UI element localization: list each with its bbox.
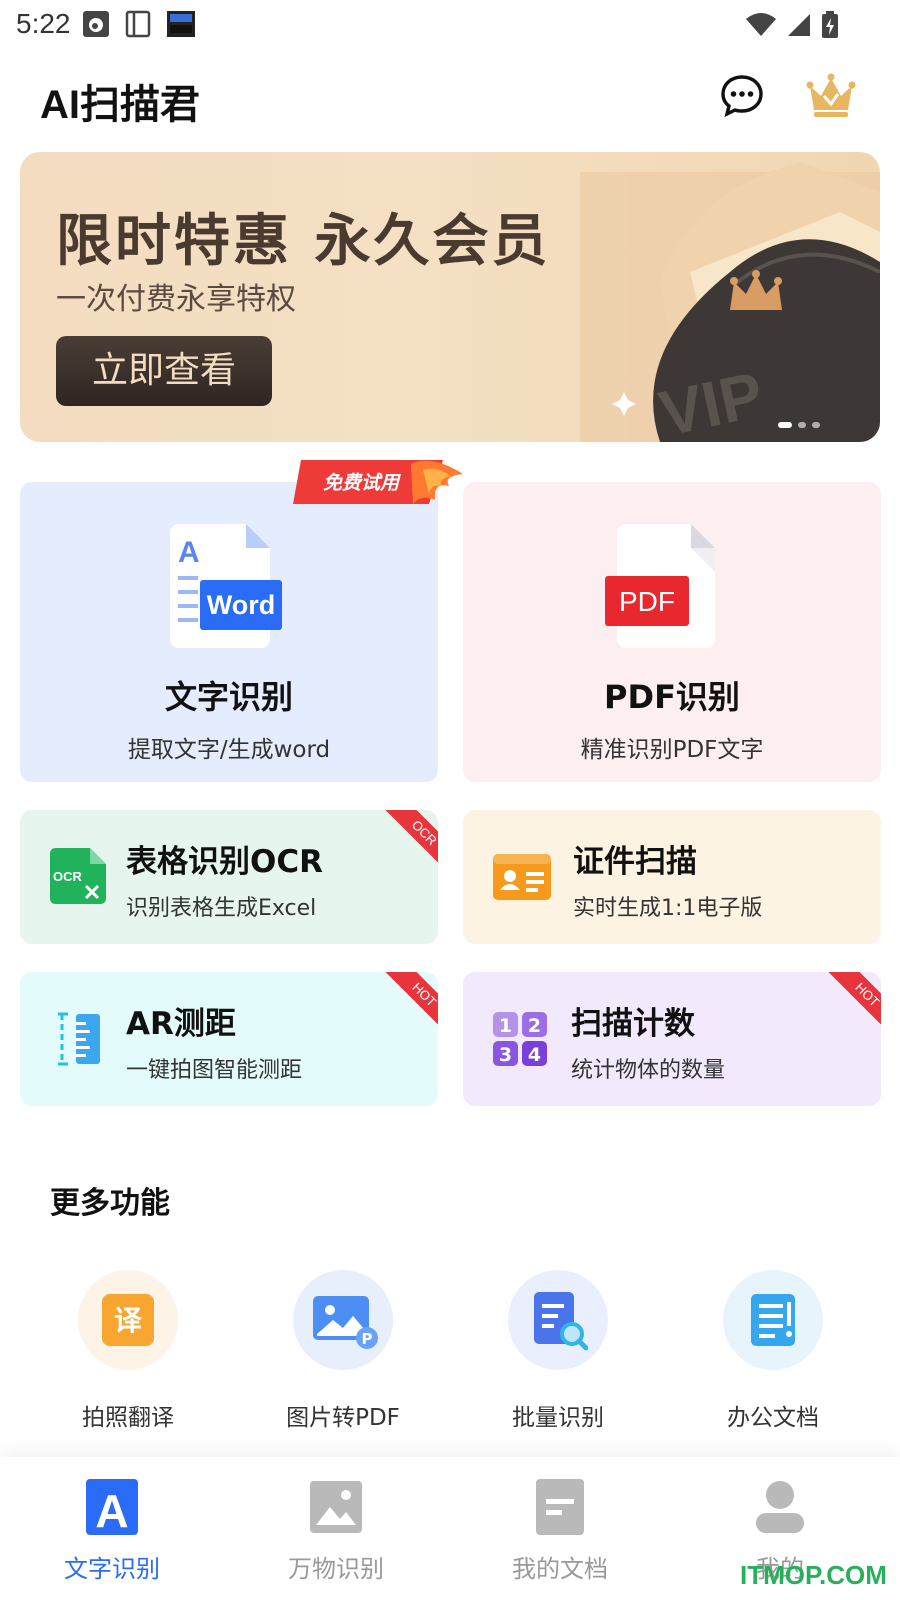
weibo-notification-icon [83, 11, 109, 37]
hot-corner-text: HOT [825, 972, 881, 1028]
office-docs-item[interactable]: 办公文档 [703, 1270, 843, 1432]
banner-dot-1[interactable] [778, 422, 792, 428]
ar-measure-subtitle: 一键拍图智能测距 [126, 1058, 303, 1083]
pdf-recognition-subtitle: 精准识别PDF文字 [580, 737, 764, 763]
nav-my-documents[interactable]: 我的文档 [480, 1479, 640, 1584]
count-digit-1: 1 [499, 1015, 512, 1037]
free-trial-tag: 免费试用 [293, 460, 463, 504]
count-digit-2: 2 [528, 1015, 541, 1037]
batch-recognition-label: 批量识别 [512, 1405, 604, 1431]
word-icon-text: Word [207, 590, 276, 620]
batch-scan-icon [534, 1292, 588, 1351]
ocr-corner-text: OCR [382, 810, 438, 866]
image-pdf-icon: P [313, 1296, 378, 1349]
ruler-icon [58, 1012, 100, 1066]
ocr-corner-badge: OCR [382, 810, 438, 866]
banner-view-button[interactable]: 立即查看 [56, 336, 272, 406]
wifi-icon [746, 13, 776, 36]
image-tab-icon [310, 1481, 362, 1533]
book-notification-icon [125, 10, 151, 38]
image-to-pdf-label: 图片转PDF [286, 1405, 400, 1431]
nav-text-recognition[interactable]: A 文字识别 [32, 1479, 192, 1584]
photo-translate-icon-bg: 译 [78, 1270, 178, 1370]
office-document-icon [751, 1294, 795, 1346]
banner-dot-3[interactable] [812, 422, 820, 428]
nav-my-documents-label: 我的文档 [512, 1555, 608, 1583]
id-scan-subtitle: 实时生成1:1电子版 [573, 896, 763, 921]
scan-count-subtitle: 统计物体的数量 [571, 1058, 726, 1083]
office-docs-icon-bg [723, 1270, 823, 1370]
pdf-icon-text: PDF [619, 586, 675, 617]
banner-pagination[interactable] [778, 422, 820, 428]
excel-ocr-icon: OCR [50, 848, 106, 904]
word-icon-letter: A [178, 536, 200, 569]
status-time: 5:22 [16, 8, 71, 39]
banner-title: 限时特惠 永久会员 [56, 209, 551, 274]
pdf-recognition-card[interactable]: PDF PDF识别 精准识别PDF文字 [463, 482, 881, 782]
signal-icon [788, 14, 810, 36]
banner-subtitle: 一次付费永享特权 [56, 282, 296, 317]
id-card-icon [493, 854, 551, 900]
office-docs-label: 办公文档 [727, 1405, 819, 1431]
text-recognition-tab-icon: A [86, 1479, 138, 1537]
text-recognition-subtitle: 提取文字/生成word [127, 737, 331, 763]
count-digit-3: 3 [499, 1044, 512, 1066]
translate-icon-text: 译 [114, 1304, 143, 1337]
id-scan-card[interactable]: 证件扫描 实时生成1:1电子版 [463, 810, 881, 944]
pdf-document-icon: PDF [605, 524, 715, 648]
image-to-pdf-item[interactable]: P 图片转PDF [273, 1270, 413, 1432]
ar-measure-card[interactable]: AR测距 一键拍图智能测距 HOT [20, 972, 438, 1106]
batch-recognition-icon-bg [508, 1270, 608, 1370]
text-recognition-card[interactable]: A Word 文字识别 提取文字/生成word [20, 482, 438, 782]
profile-tab-icon [756, 1481, 804, 1533]
hot-corner-badge: HOT [382, 972, 438, 1028]
table-ocr-card[interactable]: OCR 表格识别OCR 识别表格生成Excel OCR [20, 810, 438, 944]
hot-corner-text: HOT [382, 972, 438, 1028]
batch-recognition-item[interactable]: 批量识别 [488, 1270, 628, 1432]
free-trial-text: 免费试用 [323, 472, 401, 494]
nav-text-recognition-label: 文字识别 [64, 1555, 160, 1583]
text-recognition-tab-letter: A [95, 1485, 128, 1535]
hot-corner-badge: HOT [825, 972, 881, 1028]
translate-icon: 译 [102, 1294, 154, 1346]
more-features-heading: 更多功能 [50, 1186, 170, 1221]
image-to-pdf-icon-bg: P [293, 1270, 393, 1370]
documents-tab-icon [536, 1479, 584, 1535]
status-bar: 5:22 [0, 0, 900, 50]
excel-icon-text: OCR [53, 869, 83, 884]
vip-crown-icon[interactable] [806, 72, 856, 118]
id-scan-title: 证件扫描 [573, 844, 697, 880]
nav-object-recognition-label: 万物识别 [288, 1555, 384, 1583]
nav-object-recognition[interactable]: 万物识别 [256, 1479, 416, 1584]
table-ocr-title: 表格识别OCR [126, 844, 323, 880]
site-watermark: ITMOP.COM [740, 1560, 887, 1590]
battery-charging-icon [822, 11, 838, 38]
ar-measure-title: AR测距 [126, 1006, 236, 1042]
image-pdf-icon-text: P [362, 1330, 373, 1348]
text-recognition-title: 文字识别 [164, 678, 293, 716]
clock-app-notification-icon [167, 11, 195, 37]
pdf-recognition-title: PDF识别 [604, 678, 740, 716]
promo-banner[interactable]: 限时特惠 永久会员 一次付费永享特权 立即查看 VIP [20, 152, 880, 442]
vip-card-illustration: VIP [580, 162, 880, 442]
word-document-icon: A Word [170, 524, 282, 648]
photo-translate-item[interactable]: 译 拍照翻译 [58, 1270, 198, 1432]
scan-count-title: 扫描计数 [571, 1006, 695, 1042]
photo-translate-label: 拍照翻译 [82, 1405, 174, 1431]
table-ocr-subtitle: 识别表格生成Excel [126, 896, 317, 921]
count-digit-4: 4 [528, 1044, 541, 1066]
app-title: AI扫描君 [40, 83, 200, 127]
scan-count-card[interactable]: 1 2 3 4 扫描计数 统计物体的数量 HOT [463, 972, 881, 1106]
number-grid-icon: 1 2 3 4 [493, 1012, 547, 1066]
message-icon[interactable] [720, 74, 764, 118]
banner-dot-2[interactable] [798, 422, 806, 428]
